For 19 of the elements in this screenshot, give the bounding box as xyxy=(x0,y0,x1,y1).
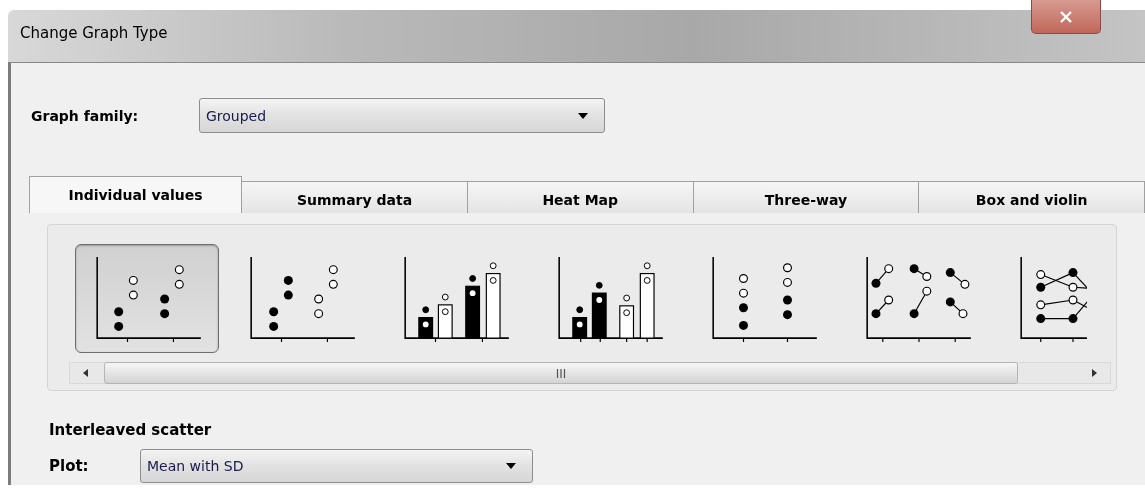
graph-family-dropdown[interactable]: Grouped xyxy=(199,98,605,133)
close-icon xyxy=(1059,10,1073,23)
tab[interactable]: Summary data xyxy=(241,181,468,213)
tab[interactable]: Individual values xyxy=(29,176,243,213)
tab[interactable]: Three-way xyxy=(692,181,920,213)
grip-icon xyxy=(556,368,566,378)
scroll-right-icon[interactable] xyxy=(1090,368,1098,378)
tab[interactable]: Heat Map xyxy=(466,181,694,213)
dropdown-arrow-icon xyxy=(578,112,588,119)
scroll-left-icon[interactable] xyxy=(82,368,90,378)
dropdown-arrow-icon xyxy=(506,463,516,469)
plot-dropdown[interactable]: Mean with SD xyxy=(140,449,533,483)
tab[interactable]: Box and violin xyxy=(918,181,1145,213)
plot-label: Plot: xyxy=(49,457,90,475)
graph-family-label: Graph family: xyxy=(31,107,140,124)
window-title: Change Graph Type xyxy=(19,23,168,42)
graph-type-name: Interleaved scatter xyxy=(49,421,213,439)
graph-type-thumbnail[interactable] xyxy=(75,244,219,353)
close-button[interactable] xyxy=(1031,0,1101,34)
